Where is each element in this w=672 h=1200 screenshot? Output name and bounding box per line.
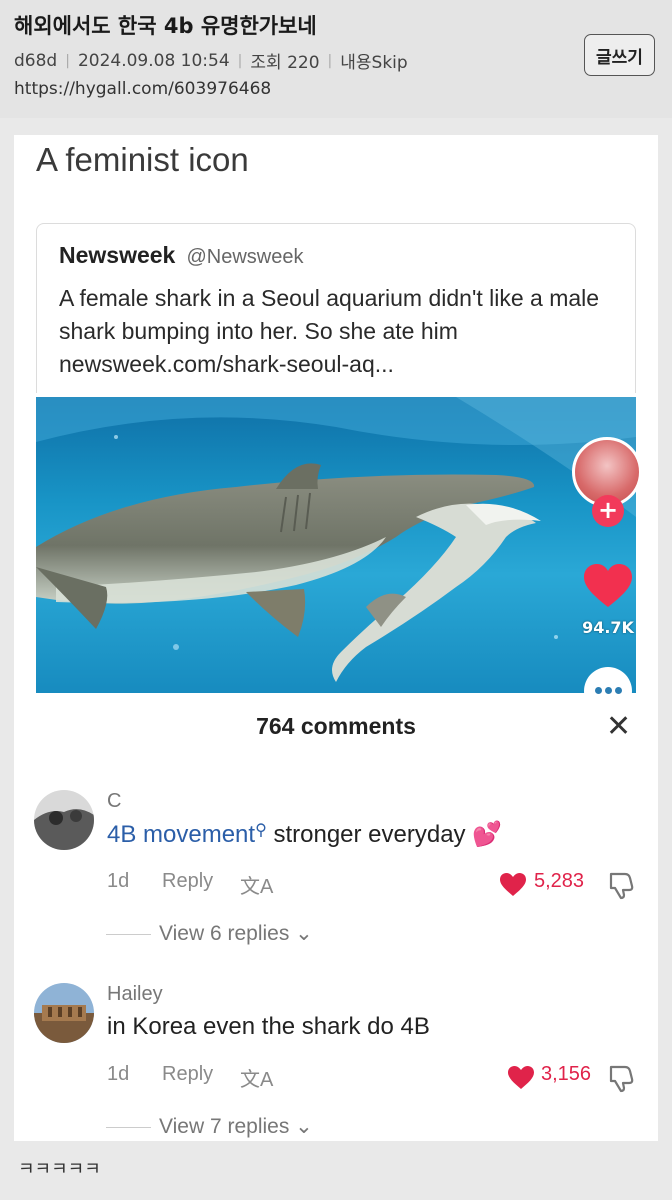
comment-text: in Korea even the shark do 4B: [107, 1013, 430, 1040]
meta-divider: |: [237, 52, 243, 69]
comment-text: 4B movement⚲ stronger everyday 💕: [107, 820, 502, 849]
meme-caption: A feminist icon: [36, 141, 249, 178]
avatar[interactable]: [34, 790, 94, 850]
skip-content-link[interactable]: 내용Skip: [340, 48, 407, 73]
replies-divider: [106, 933, 151, 935]
reply-button[interactable]: Reply: [162, 870, 213, 893]
post-content-image: A feminist icon Newsweek @Newsweek A fem…: [14, 135, 658, 1141]
heart-icon[interactable]: [507, 1065, 535, 1090]
write-button[interactable]: 글쓰기: [584, 34, 655, 76]
shark-illustration: [36, 397, 636, 682]
post-title: 해외에서도 한국 4b 유명한가보네: [14, 14, 317, 38]
comment-like-count: 5,283: [534, 870, 585, 892]
replies-divider: [106, 1126, 151, 1128]
comments-count-title: 764 comments: [256, 713, 416, 739]
tweet-header: Newsweek @Newsweek: [59, 242, 303, 269]
comment-age: 1d: [107, 1063, 130, 1085]
close-icon[interactable]: ✕: [606, 709, 631, 744]
comment-age: 1d: [107, 870, 130, 892]
video-like-count: 94.7K: [582, 618, 634, 637]
post-body-text: ㅋㅋㅋㅋㅋ: [18, 1159, 101, 1180]
hashtag-link[interactable]: 4B movement: [107, 821, 255, 848]
dislike-icon[interactable]: [607, 870, 637, 900]
meta-divider: |: [65, 52, 70, 69]
view-replies-link[interactable]: View 7 replies ⌄: [14, 1114, 313, 1139]
reply-button[interactable]: Reply: [162, 1063, 213, 1086]
meta-divider: |: [327, 52, 333, 69]
view-replies-label[interactable]: View 7 replies ⌄: [159, 1115, 313, 1138]
comment-actions: 1d Reply 文A 3,156: [107, 1063, 647, 1093]
heart-icon[interactable]: [582, 563, 634, 609]
view-replies-label[interactable]: View 6 replies ⌄: [159, 922, 313, 945]
post-datetime: 2024.09.08 10:54: [77, 50, 230, 71]
more-icon[interactable]: [584, 667, 632, 715]
translate-icon[interactable]: 文A: [240, 870, 273, 899]
tweet-author-name: Newsweek: [59, 242, 176, 268]
tweet-author-handle: @Newsweek: [186, 246, 304, 268]
comment-body: stronger everyday 💕: [266, 821, 503, 848]
comment-username[interactable]: Hailey: [107, 983, 163, 1006]
post-author[interactable]: d68d: [14, 51, 57, 71]
comment-item: C 4B movement⚲ stronger everyday 💕 1d Re…: [14, 790, 658, 970]
follow-plus-icon[interactable]: +: [592, 495, 624, 527]
dislike-icon[interactable]: [607, 1063, 637, 1093]
newsweek-tweet: Newsweek @Newsweek A female shark in a S…: [36, 223, 636, 393]
comment-like-count: 3,156: [541, 1063, 592, 1085]
heart-icon[interactable]: [499, 872, 527, 897]
comment-item: Hailey in Korea even the shark do 4B 1d …: [14, 983, 658, 1141]
comment-username[interactable]: C: [107, 790, 121, 813]
shark-photo: [36, 397, 636, 693]
post-meta: d68d | 2024.09.08 10:54 | 조회 220 | 내용Ski…: [14, 48, 408, 74]
comment-actions: 1d Reply 文A 5,283: [107, 870, 647, 900]
avatar[interactable]: [34, 983, 94, 1043]
search-icon: ⚲: [255, 822, 267, 839]
tweet-text: A female shark in a Seoul aquarium didn'…: [59, 285, 600, 377]
post-url[interactable]: https://hygall.com/603976468: [14, 79, 271, 99]
post-views: 조회 220: [250, 53, 320, 73]
view-replies-link[interactable]: View 6 replies ⌄: [14, 921, 313, 946]
translate-icon[interactable]: 文A: [240, 1063, 273, 1092]
post-header: 해외에서도 한국 4b 유명한가보네 d68d | 2024.09.08 10:…: [0, 0, 672, 118]
